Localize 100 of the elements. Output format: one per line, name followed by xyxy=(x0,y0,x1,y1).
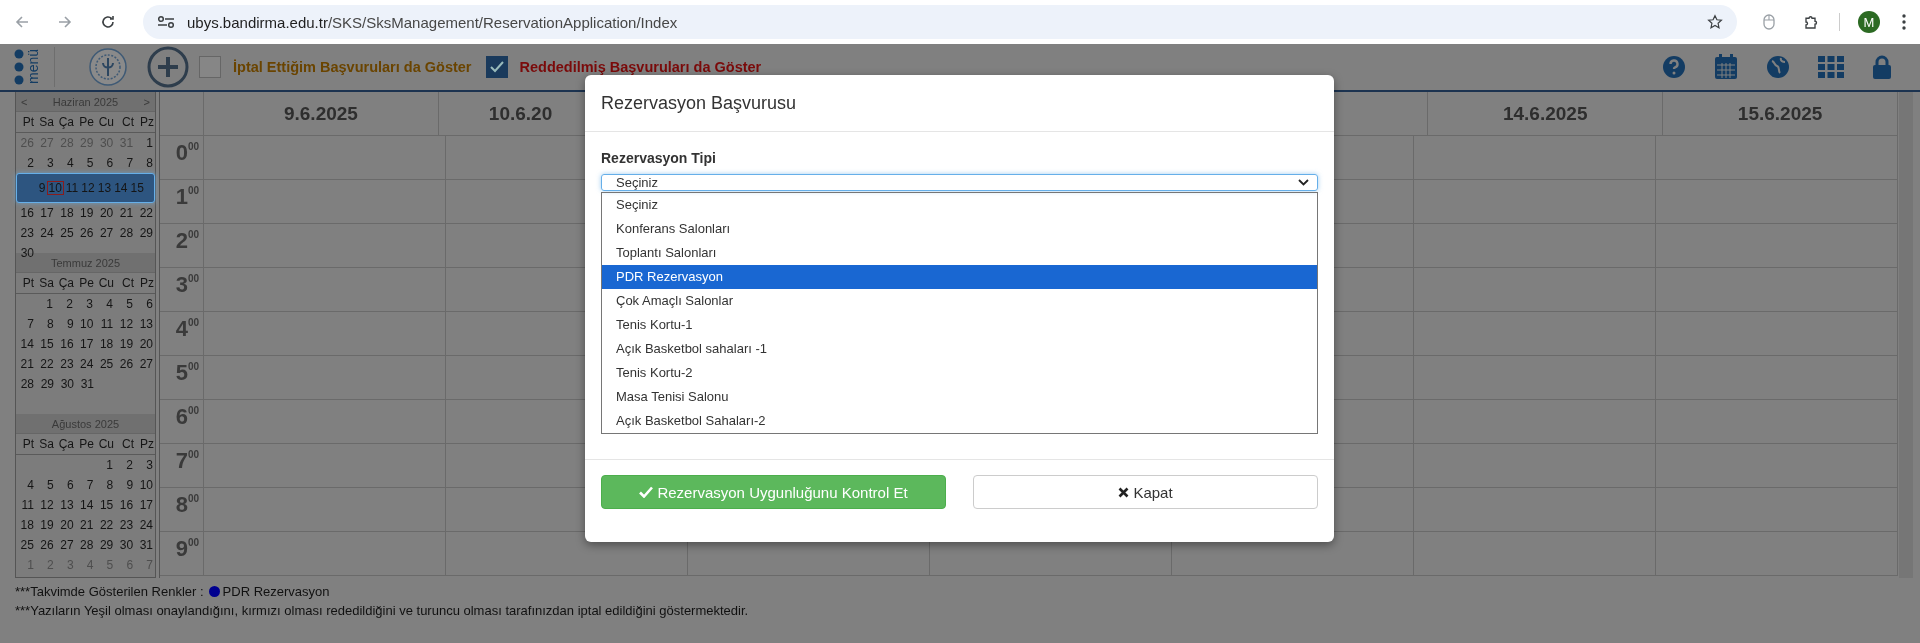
day-cell[interactable]: 30 xyxy=(16,246,36,260)
selected-week[interactable]: 9 10 11 12 13 14 15 xyxy=(16,173,155,203)
day-cell[interactable]: 4 xyxy=(95,297,115,311)
day-cell[interactable]: 9 xyxy=(55,317,76,331)
profile-avatar[interactable]: M xyxy=(1858,11,1880,33)
day-cell[interactable]: 19 xyxy=(115,337,136,351)
day-cell[interactable]: 28 xyxy=(75,538,96,552)
day-cell[interactable]: 21 xyxy=(75,518,96,532)
day-cell[interactable]: 10 xyxy=(75,317,96,331)
day-cell[interactable]: 21 xyxy=(16,357,36,371)
day-cell[interactable]: 2 xyxy=(16,156,36,170)
day-cell[interactable]: 29 xyxy=(36,377,56,391)
day-cell[interactable]: 13 xyxy=(96,181,114,195)
day-cell[interactable]: 8 xyxy=(35,317,56,331)
day-cell[interactable]: 29 xyxy=(95,538,116,552)
dropdown-option[interactable]: Çok Amaçlı Salonlar xyxy=(602,289,1317,313)
day-cell[interactable]: 4 xyxy=(16,478,36,492)
menu-label[interactable]: menü xyxy=(26,49,40,85)
day-cell[interactable]: 20 xyxy=(95,206,116,220)
day-cell[interactable]: 2 xyxy=(55,297,75,311)
day-cell[interactable]: 13 xyxy=(55,498,76,512)
more-icon[interactable] xyxy=(1902,14,1906,30)
add-icon[interactable] xyxy=(147,46,189,88)
day-cell[interactable]: 17 xyxy=(135,498,155,512)
day-cell[interactable]: 18 xyxy=(95,337,116,351)
check-availability-button[interactable]: Rezervasyon Uygunluğunu Kontrol Et xyxy=(601,475,946,509)
day-cell[interactable]: 5 xyxy=(75,156,96,170)
back-icon[interactable] xyxy=(14,14,30,30)
day-cell[interactable]: 24 xyxy=(135,518,155,532)
mouse-icon[interactable] xyxy=(1763,14,1775,30)
type-select[interactable]: Seçiniz xyxy=(601,174,1318,191)
day-cell[interactable]: 17 xyxy=(75,337,96,351)
menu-dots-icon[interactable] xyxy=(14,49,24,85)
day-cell[interactable]: 8 xyxy=(135,156,155,170)
day-cell[interactable]: 24 xyxy=(35,226,56,240)
calendar-icon[interactable] xyxy=(1714,54,1738,80)
dropdown-option[interactable]: Konferans Salonları xyxy=(602,217,1317,241)
day-cell[interactable]: 1 xyxy=(95,458,115,472)
dropdown-option[interactable]: PDR Rezervasyon xyxy=(602,265,1317,289)
day-cell[interactable]: 6 xyxy=(95,156,116,170)
reload-icon[interactable] xyxy=(100,14,116,30)
day-cell[interactable]: 6 xyxy=(55,478,76,492)
day-cell[interactable]: 5 xyxy=(35,478,56,492)
day-cell[interactable]: 12 xyxy=(80,181,97,195)
day-cell[interactable]: 6 xyxy=(135,297,155,311)
apps-grid-icon[interactable] xyxy=(1818,56,1844,78)
day-cell[interactable]: 1 xyxy=(35,297,55,311)
day-cell[interactable]: 7 xyxy=(75,478,96,492)
day-cell[interactable]: 13 xyxy=(135,317,155,331)
day-cell[interactable]: 21 xyxy=(115,206,136,220)
dropdown-option[interactable]: Tenis Kortu-2 xyxy=(602,361,1317,385)
day-cell[interactable]: 15 xyxy=(95,498,116,512)
day-cell[interactable]: 3 xyxy=(135,458,155,472)
globe-icon[interactable] xyxy=(1766,55,1790,79)
dropdown-option[interactable]: Toplantı Salonları xyxy=(602,241,1317,265)
day-cell[interactable]: 14 xyxy=(75,498,96,512)
day-cell[interactable]: 8 xyxy=(95,478,116,492)
scrollbar[interactable] xyxy=(1899,92,1913,578)
day-cell[interactable]: 11 xyxy=(16,498,36,512)
day-cell[interactable]: 16 xyxy=(115,498,136,512)
day-cell[interactable]: 28 xyxy=(115,226,136,240)
dropdown-option[interactable]: Masa Tenisi Salonu xyxy=(602,385,1317,409)
next-month-button[interactable]: > xyxy=(143,95,150,108)
day-cell[interactable]: 22 xyxy=(95,518,116,532)
day-cell[interactable]: 20 xyxy=(135,337,155,351)
dropdown-option[interactable]: Seçiniz xyxy=(602,193,1317,217)
day-cell[interactable]: 29 xyxy=(135,226,155,240)
day-cell[interactable]: 18 xyxy=(55,206,76,220)
day-cell[interactable]: 7 xyxy=(16,317,36,331)
close-button[interactable]: Kapat xyxy=(973,475,1318,509)
day-cell[interactable]: 28 xyxy=(16,377,36,391)
day-cell[interactable]: 31 xyxy=(135,538,155,552)
day-cell[interactable]: 16 xyxy=(55,337,76,351)
checkbox[interactable] xyxy=(199,56,221,78)
day-cell[interactable]: 18 xyxy=(16,518,36,532)
day-cell[interactable]: 19 xyxy=(35,518,56,532)
day-cell[interactable]: 2 xyxy=(115,458,135,472)
day-cell[interactable]: 30 xyxy=(56,377,76,391)
day-cell[interactable]: 9 xyxy=(31,181,48,195)
day-cell[interactable]: 27 xyxy=(55,538,76,552)
day-cell[interactable]: 27 xyxy=(135,357,155,371)
day-cell[interactable]: 12 xyxy=(115,317,136,331)
day-cell[interactable]: 1 xyxy=(135,136,155,150)
day-cell[interactable]: 31 xyxy=(76,377,96,391)
address-bar[interactable]: ubys.bandirma.edu.tr/SKS/SksManagement/ReservationApplication/Index xyxy=(143,5,1737,39)
forward-icon[interactable] xyxy=(57,14,73,30)
day-cell[interactable]: 20 xyxy=(55,518,76,532)
day-cell[interactable]: 3 xyxy=(75,297,95,311)
day-cell[interactable]: 15 xyxy=(35,337,56,351)
star-icon[interactable] xyxy=(1707,14,1723,30)
day-cell[interactable]: 25 xyxy=(16,538,36,552)
day-cell[interactable]: 19 xyxy=(75,206,96,220)
checkbox[interactable] xyxy=(485,56,508,78)
day-cell[interactable]: 26 xyxy=(75,226,96,240)
day-cell[interactable]: 4 xyxy=(55,156,76,170)
day-cell[interactable]: 10 xyxy=(135,478,155,492)
day-cell[interactable]: 22 xyxy=(135,206,155,220)
filter-label[interactable]: Reddedilmiş Başvuruları da Göster xyxy=(519,59,762,75)
day-cell[interactable]: 26 xyxy=(115,357,136,371)
lock-icon[interactable] xyxy=(1872,55,1892,79)
